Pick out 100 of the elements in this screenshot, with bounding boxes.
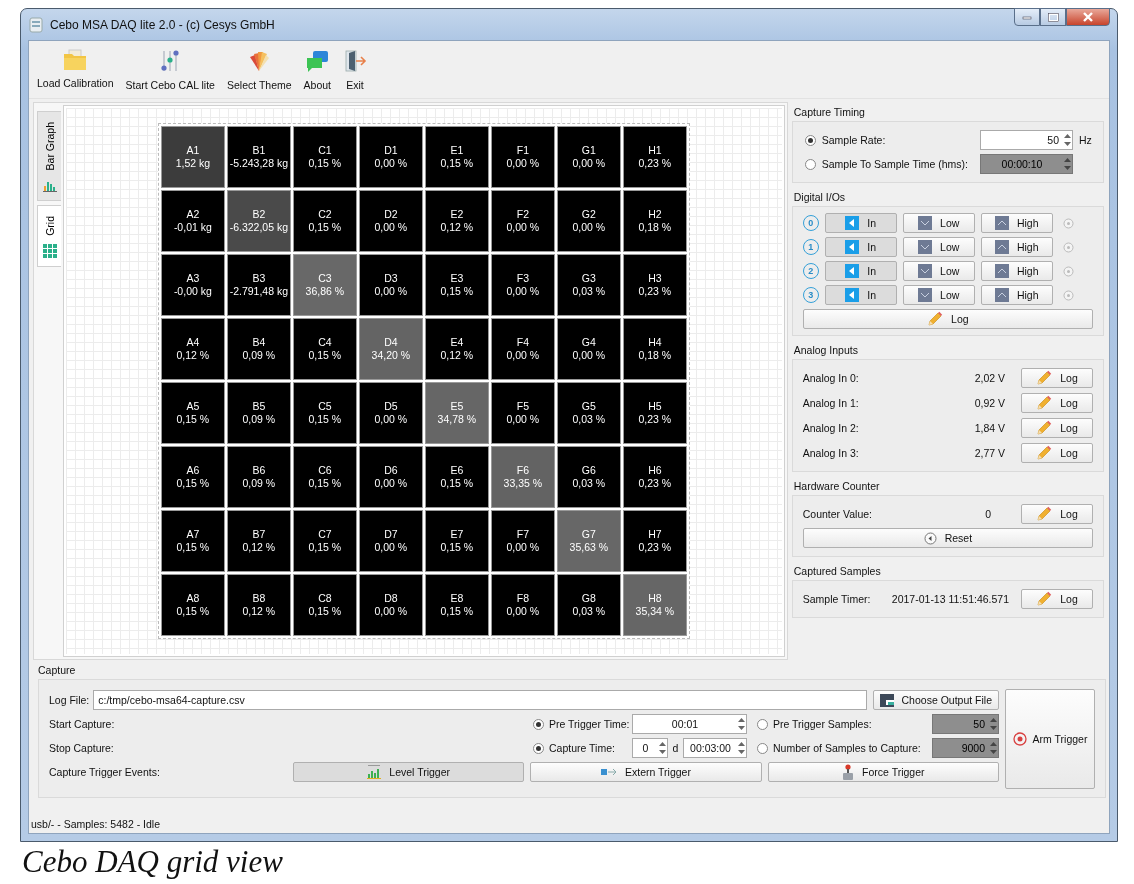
option-label: Pre Trigger Time:: [549, 718, 630, 730]
log-button[interactable]: Log: [1021, 418, 1093, 438]
toolbar-button[interactable]: Start Cebo CAL lite: [121, 45, 219, 98]
sensor-reading: 0,00 %: [506, 221, 540, 234]
up-chevron-icon: [994, 240, 1009, 254]
sensor-name: C8: [318, 592, 332, 605]
counter-reading: 0: [985, 508, 991, 520]
io-button[interactable]: In: [824, 261, 897, 281]
sensor-reading: 0,03 %: [572, 285, 606, 298]
io-button[interactable]: In: [824, 285, 897, 305]
sensor-name: F2: [516, 208, 529, 221]
spin-arrows-icon[interactable]: [658, 740, 667, 756]
sensor-reading: 33,35 %: [503, 477, 543, 490]
up-chevron-icon: [994, 264, 1009, 278]
sensor-name: G7: [581, 528, 596, 541]
sensor-reading: 0,15 %: [308, 477, 342, 490]
choose-file-button[interactable]: Choose Output File: [872, 690, 999, 710]
sensor-name: H4: [648, 336, 662, 349]
down-chevron-icon: [918, 288, 933, 302]
pencil-icon: [927, 311, 944, 327]
time-field[interactable]: 00:01: [632, 714, 747, 734]
up-chevron-icon: [994, 288, 1009, 302]
log-button[interactable]: Log: [1021, 443, 1093, 463]
sensor-reading: 0,18 %: [638, 221, 672, 234]
unit-label: d: [671, 742, 680, 754]
view-tab[interactable]: Grid: [37, 205, 61, 268]
io-button[interactable]: High: [980, 285, 1053, 305]
io-button[interactable]: High: [980, 261, 1053, 281]
trigger-button[interactable]: Extern Trigger: [530, 762, 762, 782]
sensor-name: E2: [450, 208, 464, 221]
radio-button[interactable]: [804, 134, 816, 146]
sensor-reading: 0,15 %: [176, 477, 210, 490]
maximize-button[interactable]: [1040, 8, 1066, 26]
sensor-reading: 0,15 %: [440, 541, 474, 554]
sensor-reading: 0,00 %: [572, 221, 606, 234]
minimize-button[interactable]: [1014, 8, 1040, 26]
pencil-icon: [1036, 395, 1053, 411]
pencil-icon: [1036, 506, 1053, 522]
sensor-reading: 0,00 %: [506, 349, 540, 362]
log-button[interactable]: Log: [802, 309, 1093, 329]
status-dot-icon: [1062, 241, 1074, 253]
sensor-reading: 0,12 %: [242, 541, 276, 554]
sensor-reading: 0,18 %: [638, 349, 672, 362]
radio-button[interactable]: [533, 718, 544, 730]
radio-button[interactable]: [533, 742, 544, 754]
spin-arrows-icon[interactable]: [1063, 132, 1072, 148]
log-file-field[interactable]: c:/tmp/cebo-msa64-capture.csv: [93, 690, 867, 710]
sensor-reading: 0,00 %: [572, 349, 606, 362]
io-button[interactable]: Low: [902, 213, 975, 233]
log-button[interactable]: Log: [1021, 368, 1093, 388]
sliders-icon: [160, 49, 181, 73]
sensor-name: C7: [318, 528, 332, 541]
sensor-name: G1: [581, 144, 596, 157]
log-button[interactable]: Log: [1021, 589, 1093, 609]
toolbar-button[interactable]: Select Theme: [222, 45, 296, 98]
trigger-button[interactable]: Level Trigger: [293, 762, 525, 782]
toolbar-button[interactable]: About: [299, 45, 335, 98]
input-label: Analog In 0:: [802, 372, 859, 384]
sensor-reading: -6.322,05 kg: [229, 221, 289, 234]
sensor-reading: 0,12 %: [242, 605, 276, 618]
sensor-reading: 0,15 %: [440, 285, 474, 298]
sensor-name: D3: [384, 272, 398, 285]
arm-trigger-button[interactable]: Arm Trigger: [1005, 689, 1095, 789]
reset-button[interactable]: Reset: [802, 528, 1093, 548]
io-button[interactable]: Low: [902, 237, 975, 257]
sensor-name: F7: [516, 528, 529, 541]
days-field[interactable]: 0: [632, 738, 668, 758]
pencil-icon: [1036, 370, 1053, 386]
time-field[interactable]: 00:03:00: [683, 738, 747, 758]
io-button[interactable]: Low: [902, 285, 975, 305]
input-label: Analog In 1:: [802, 397, 859, 409]
spin-arrows-icon[interactable]: [737, 740, 746, 756]
sensor-name: D5: [384, 400, 398, 413]
io-button[interactable]: In: [824, 237, 897, 257]
log-button[interactable]: Log: [1021, 393, 1093, 413]
sensor-name: G4: [581, 336, 596, 349]
sensor-reading: 34,20 %: [371, 349, 411, 362]
sensor-name: C4: [318, 336, 332, 349]
view-tab[interactable]: Bar Graph: [37, 111, 61, 202]
back-circle-icon: [923, 531, 937, 545]
close-button[interactable]: [1066, 8, 1110, 26]
trigger-button[interactable]: Force Trigger: [767, 762, 999, 782]
sensor-name: C1: [318, 144, 332, 157]
io-button[interactable]: In: [824, 213, 897, 233]
io-button[interactable]: Low: [902, 261, 975, 281]
io-button[interactable]: High: [980, 213, 1053, 233]
spin-field[interactable]: 50: [980, 130, 1073, 150]
sensor-reading: 0,15 %: [308, 157, 342, 170]
spin-arrows-icon[interactable]: [737, 716, 746, 732]
close-icon: [1082, 12, 1094, 22]
sensor-reading: 0,15 %: [308, 349, 342, 362]
sensor-reading: -2.791,48 kg: [229, 285, 289, 298]
toolbar-button[interactable]: Load Calibration: [33, 45, 118, 98]
sensor-reading: 0,15 %: [308, 605, 342, 618]
io-button[interactable]: High: [980, 237, 1053, 257]
sensor-name: H5: [648, 400, 662, 413]
toolbar-button[interactable]: Exit: [339, 45, 371, 98]
log-button[interactable]: Log: [1021, 504, 1093, 524]
sensor-reading: -0,00 kg: [173, 285, 212, 298]
sensor-reading: 1,52 kg: [175, 157, 211, 170]
